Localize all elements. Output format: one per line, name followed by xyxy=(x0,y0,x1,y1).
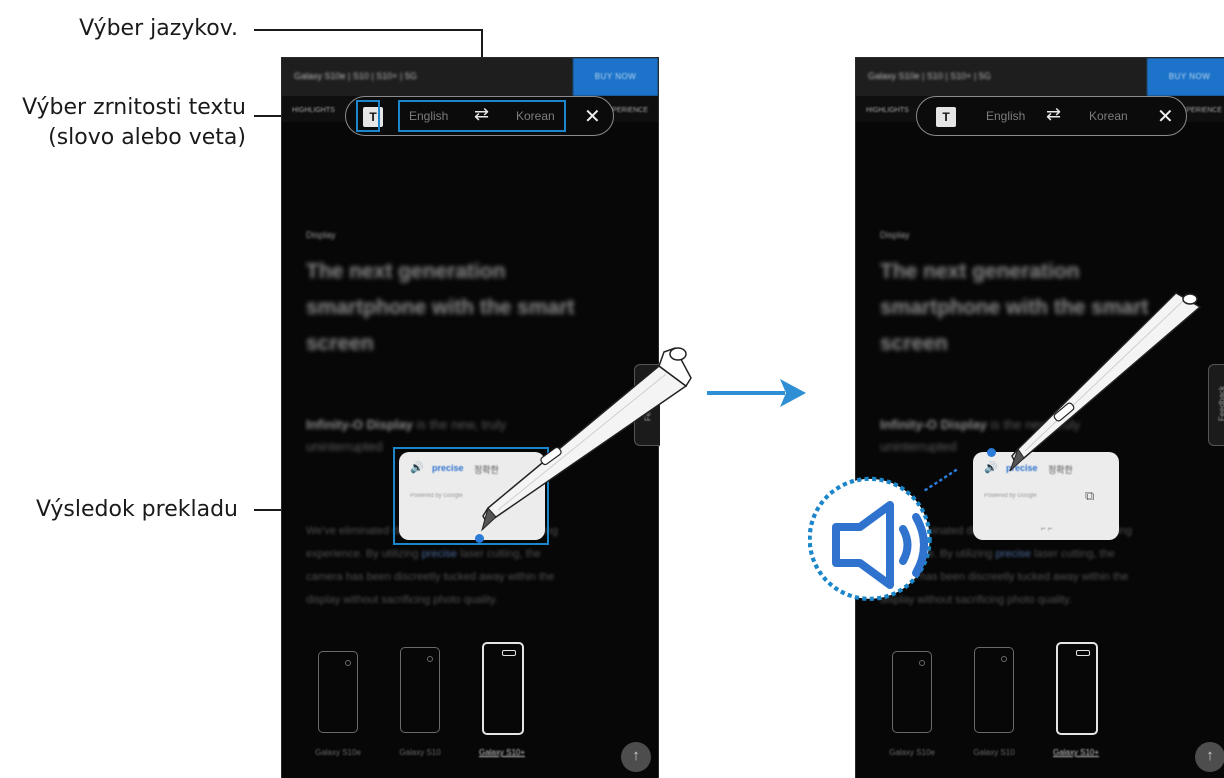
device-galaxy-s10e[interactable] xyxy=(892,651,932,733)
device-label-s10[interactable]: Galaxy S10 xyxy=(964,748,1024,757)
callout-granularity-line2: (slovo alebo veta) xyxy=(48,125,246,150)
scroll-to-top-button[interactable]: ↑ xyxy=(1195,742,1224,772)
callout-granularity: Výber zrnitosti textu (slovo alebo veta) xyxy=(2,93,246,153)
camera-hole xyxy=(502,650,516,656)
camera-hole xyxy=(1076,650,1090,656)
device-galaxy-s10plus[interactable] xyxy=(482,642,524,735)
camera-hole xyxy=(345,660,351,666)
device-label-s10[interactable]: Galaxy S10 xyxy=(390,748,450,757)
feedback-label: Feedback xyxy=(1217,385,1224,422)
page-url: Galaxy S10e | S10 | S10+ | 5G xyxy=(294,71,417,81)
body-highlight[interactable]: precise xyxy=(996,548,1031,560)
body-line-2b: laser cutting, the xyxy=(457,548,541,560)
device-galaxy-s10plus[interactable] xyxy=(1056,642,1098,735)
infinity-bold: Infinity-O Display xyxy=(306,417,413,432)
page-url: Galaxy S10e | S10 | S10+ | 5G xyxy=(868,71,991,81)
body-line-3: camera has been discreetly tucked away w… xyxy=(306,571,555,583)
copy-icon[interactable]: ⧉ xyxy=(1085,488,1094,504)
device-label-s10plus[interactable]: Galaxy S10+ xyxy=(1046,748,1106,757)
device-label-s10e[interactable]: Galaxy S10e xyxy=(308,748,368,757)
body-line-2b: laser cutting, the xyxy=(1031,548,1115,560)
scroll-to-top-button[interactable]: ↑ xyxy=(621,742,651,772)
powered-by-google: Powered by Google xyxy=(984,493,1037,499)
device-galaxy-s10e[interactable] xyxy=(318,651,358,733)
body-highlight[interactable]: precise xyxy=(422,548,457,560)
highlight-granularity xyxy=(356,100,380,132)
camera-hole xyxy=(1001,656,1007,662)
subnav-highlights[interactable]: HIGHLIGHTS xyxy=(866,107,909,114)
headline-line-2: smartphone with the smart xyxy=(306,296,575,319)
section-label: Display xyxy=(880,230,910,240)
callout-translation-result: Výsledok prekladu xyxy=(35,497,238,522)
buy-now-button[interactable]: BUY NOW xyxy=(573,58,658,96)
headline-line-1: The next generation xyxy=(306,260,506,283)
device-label-s10e[interactable]: Galaxy S10e xyxy=(882,748,942,757)
callout-line-language-h xyxy=(254,29,482,31)
speaker-large-icon xyxy=(832,501,928,589)
close-icon[interactable]: ✕ xyxy=(1157,104,1174,129)
arrow-head-icon xyxy=(780,379,806,407)
target-language[interactable]: Korean xyxy=(1089,109,1128,123)
device-label-s10plus[interactable]: Galaxy S10+ xyxy=(472,748,532,757)
body-line-4: display without sacrificing photo qualit… xyxy=(306,594,498,606)
highlight-language xyxy=(398,100,566,132)
section-label: Display xyxy=(306,230,336,240)
camera-hole xyxy=(427,656,433,662)
device-galaxy-s10[interactable] xyxy=(400,647,440,733)
next-step-arrow xyxy=(707,391,785,395)
s-pen-left-icon xyxy=(481,347,692,532)
granularity-toggle-icon[interactable]: T xyxy=(936,107,956,127)
camera-hole xyxy=(919,660,925,666)
swap-languages-icon[interactable]: ⇄ xyxy=(1046,104,1061,125)
callout-granularity-line1: Výber zrnitosti textu xyxy=(22,95,246,120)
callout-language-selection: Výber jazykov. xyxy=(79,16,238,41)
source-language[interactable]: English xyxy=(986,109,1025,123)
subnav-highlights[interactable]: HIGHLIGHTS xyxy=(292,107,335,114)
translator-toolbar-right: T English ⇄ Korean ✕ xyxy=(916,96,1187,136)
selection-handles[interactable]: ⌐ ⌐ xyxy=(1041,524,1053,533)
buy-now-button[interactable]: BUY NOW xyxy=(1147,58,1224,96)
s-pen-right-icon xyxy=(1009,292,1202,472)
body-line-2a: experience. By utilizing xyxy=(306,548,422,560)
device-galaxy-s10[interactable] xyxy=(974,647,1014,733)
close-icon[interactable]: ✕ xyxy=(584,104,601,129)
